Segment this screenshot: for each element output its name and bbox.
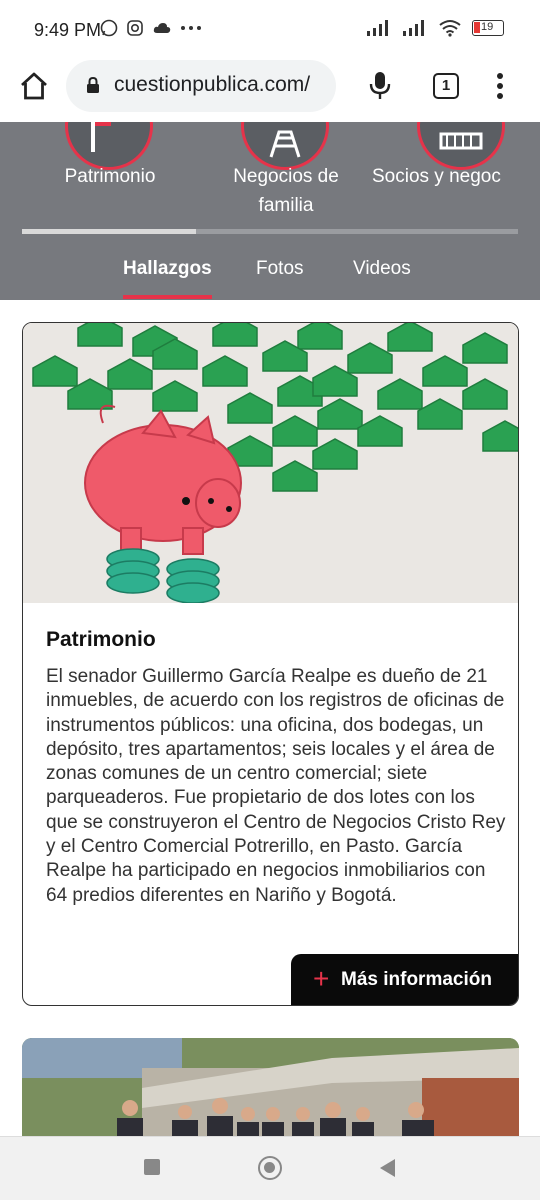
- microphone-icon[interactable]: [368, 70, 392, 102]
- category-label-patrimonio[interactable]: Patrimonio: [40, 162, 180, 191]
- url-text: cuestionpublica.com/: [114, 73, 311, 96]
- carousel-progress-fill: [22, 229, 196, 234]
- status-system-icons: 19: [366, 19, 504, 37]
- back-icon[interactable]: [377, 1158, 397, 1178]
- tab-hallazgos[interactable]: Hallazgos: [123, 258, 212, 280]
- status-notification-icons: [100, 19, 202, 37]
- browser-toolbar: cuestionpublica.com/ 1: [0, 60, 540, 122]
- tab-switcher-button[interactable]: 1: [433, 73, 459, 99]
- cloud-icon: [153, 23, 171, 33]
- category-label-negocios[interactable]: Negocios de familia: [215, 162, 357, 220]
- system-navigation-bar: [0, 1136, 540, 1200]
- tab-videos[interactable]: Videos: [353, 258, 411, 280]
- card-title: Patrimonio: [46, 628, 156, 651]
- recents-button[interactable]: [144, 1159, 160, 1175]
- category-carousel: Patrimonio Negocios de familia Socios y …: [0, 122, 540, 300]
- instagram-icon: [127, 20, 143, 36]
- whatsapp-icon: [100, 19, 118, 37]
- address-bar[interactable]: cuestionpublica.com/: [66, 60, 336, 112]
- lock-icon: [87, 76, 99, 93]
- group-photo: [22, 1038, 519, 1138]
- more-notifications-icon: [181, 26, 201, 30]
- home-icon[interactable]: [18, 70, 50, 102]
- battery-icon: 19: [472, 20, 504, 36]
- signal-icon: [367, 20, 388, 36]
- more-info-label: Más información: [341, 969, 492, 990]
- status-bar: 9:49 PM 19: [0, 0, 540, 60]
- plus-icon: +: [313, 963, 330, 994]
- home-button[interactable]: [258, 1156, 282, 1180]
- more-info-button[interactable]: + Más información: [291, 954, 518, 1005]
- card-body-text: El senador Guillermo García Realpe es du…: [46, 666, 506, 906]
- category-label-socios[interactable]: Socios y negoc: [372, 162, 540, 191]
- battery-percent: 19: [481, 21, 494, 33]
- tab-fotos[interactable]: Fotos: [256, 258, 304, 280]
- group-photo-card: [22, 1038, 519, 1138]
- signal-icon-2: [403, 20, 424, 36]
- battery-level: [474, 22, 480, 33]
- more-menu-icon[interactable]: [496, 72, 504, 100]
- status-time: 9:49 PM: [34, 20, 102, 40]
- active-tab-indicator: [123, 295, 212, 299]
- piggy-bank-houses-illustration: [23, 323, 518, 603]
- finding-card: Patrimonio El senador Guillermo García R…: [22, 322, 519, 1006]
- wifi-icon: [439, 20, 461, 37]
- home-button-dot: [264, 1162, 275, 1173]
